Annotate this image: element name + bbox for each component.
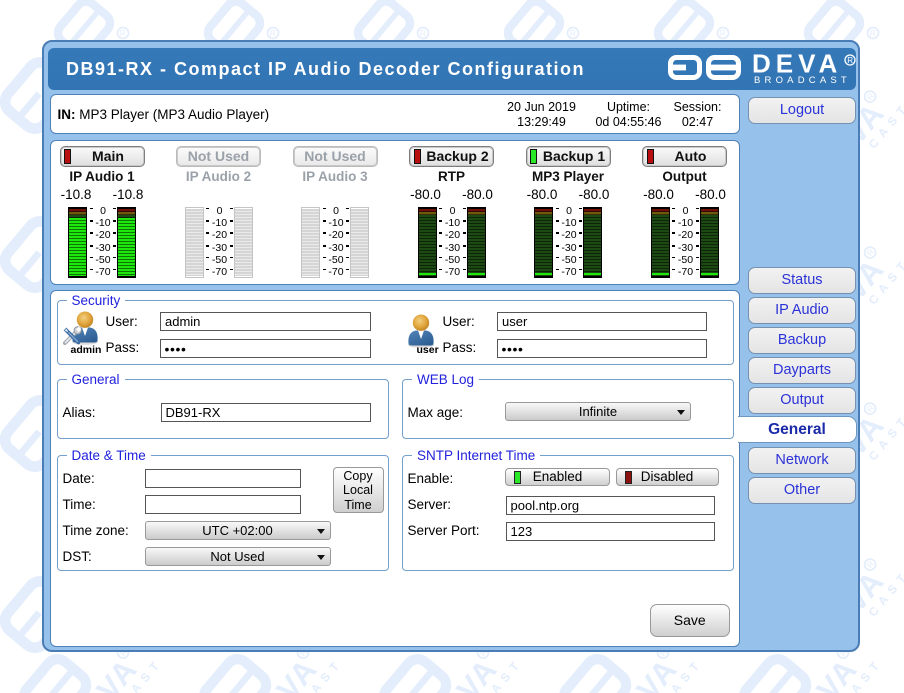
svg-text:R: R [870,28,876,38]
svg-text:R: R [420,28,426,38]
svg-text:R: R [847,56,853,65]
svg-text:BROADCAST: BROADCAST [754,75,851,86]
svg-text:R: R [120,28,126,38]
svg-text:R: R [720,28,726,38]
svg-text:R: R [270,28,276,38]
svg-text:R: R [570,28,576,38]
